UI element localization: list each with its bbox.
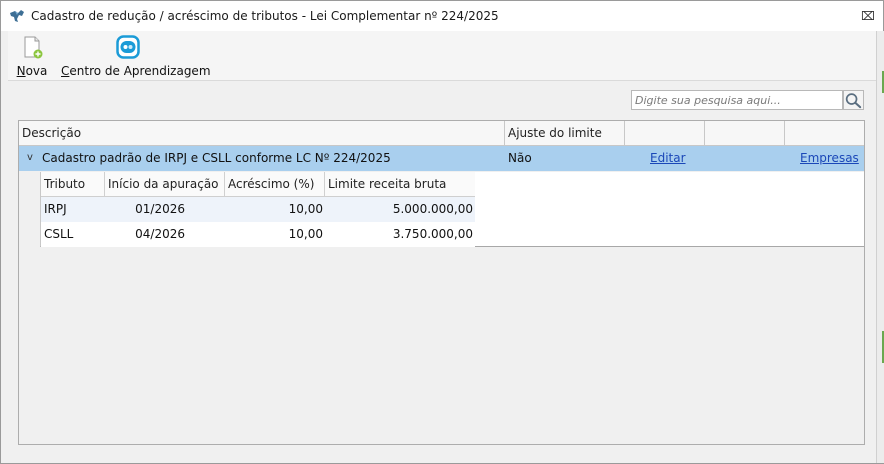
grid-header: Descrição Ajuste do limite (19, 121, 864, 146)
chevron-down-icon[interactable]: v (24, 152, 36, 164)
detail-limite: 3.750.000,00 (392, 227, 473, 241)
detail-grid: Tributo Início da apuração Acréscimo (%)… (40, 172, 864, 247)
column-header-ajuste[interactable]: Ajuste do limite (505, 121, 625, 145)
detail-inicio: 01/2026 (135, 202, 185, 216)
learning-center-button[interactable]: Centro de Aprendizagem (61, 35, 211, 78)
detail-inicio: 04/2026 (135, 227, 185, 241)
table-row[interactable]: v Cadastro padrão de IRPJ e CSLL conform… (19, 146, 864, 171)
detail-acrescimo: 10,00 (288, 227, 323, 241)
search-input[interactable] (632, 91, 841, 109)
window-title: Cadastro de redução / acréscimo de tribu… (31, 9, 499, 23)
edit-link[interactable]: Editar (650, 146, 686, 171)
column-header-blank[interactable] (625, 121, 705, 145)
right-edge-strip (876, 31, 884, 463)
new-document-icon (24, 36, 43, 59)
detail-header-tributo[interactable]: Tributo (41, 172, 105, 196)
detail-header-inicio[interactable]: Início da apuração (105, 172, 225, 196)
main-window: Cadastro de redução / acréscimo de tribu… (0, 0, 884, 464)
new-button[interactable]: Nova (16, 35, 48, 78)
detail-tributo: IRPJ (44, 202, 67, 216)
app-icon (10, 10, 24, 22)
detail-row[interactable]: IRPJ 01/2026 10,00 5.000.000,00 (41, 197, 475, 222)
column-header-blank[interactable] (705, 121, 785, 145)
search-icon (845, 93, 862, 109)
detail-row[interactable]: CSLL 04/2026 10,00 3.750.000,00 (41, 222, 475, 247)
column-header-blank[interactable] (785, 121, 864, 145)
row-description: Cadastro padrão de IRPJ e CSLL conforme … (42, 151, 391, 165)
column-header-descricao[interactable]: Descrição (19, 121, 505, 145)
detail-limite: 5.000.000,00 (392, 202, 473, 216)
learning-center-label: Centro de Aprendizagem (61, 64, 211, 78)
detail-header-limite[interactable]: Limite receita bruta (325, 172, 475, 196)
data-grid: Descrição Ajuste do limite v Cadastro pa… (18, 120, 865, 445)
row-ajuste-value: Não (508, 151, 532, 165)
close-icon[interactable]: ⌧ (861, 10, 875, 22)
companies-link[interactable]: Empresas (800, 146, 859, 171)
toolbar: Nova Centro de Aprendizagem (8, 31, 876, 81)
learning-center-icon (116, 35, 140, 59)
detail-header-acrescimo[interactable]: Acréscimo (%) (225, 172, 325, 196)
new-button-label: Nova (16, 64, 48, 78)
detail-header: Tributo Início da apuração Acréscimo (%)… (41, 172, 475, 197)
search-field[interactable] (631, 90, 843, 110)
detail-tributo: CSLL (44, 227, 74, 241)
search-button[interactable] (843, 90, 864, 110)
title-bar: Cadastro de redução / acréscimo de tribu… (1, 1, 883, 31)
detail-acrescimo: 10,00 (288, 202, 323, 216)
